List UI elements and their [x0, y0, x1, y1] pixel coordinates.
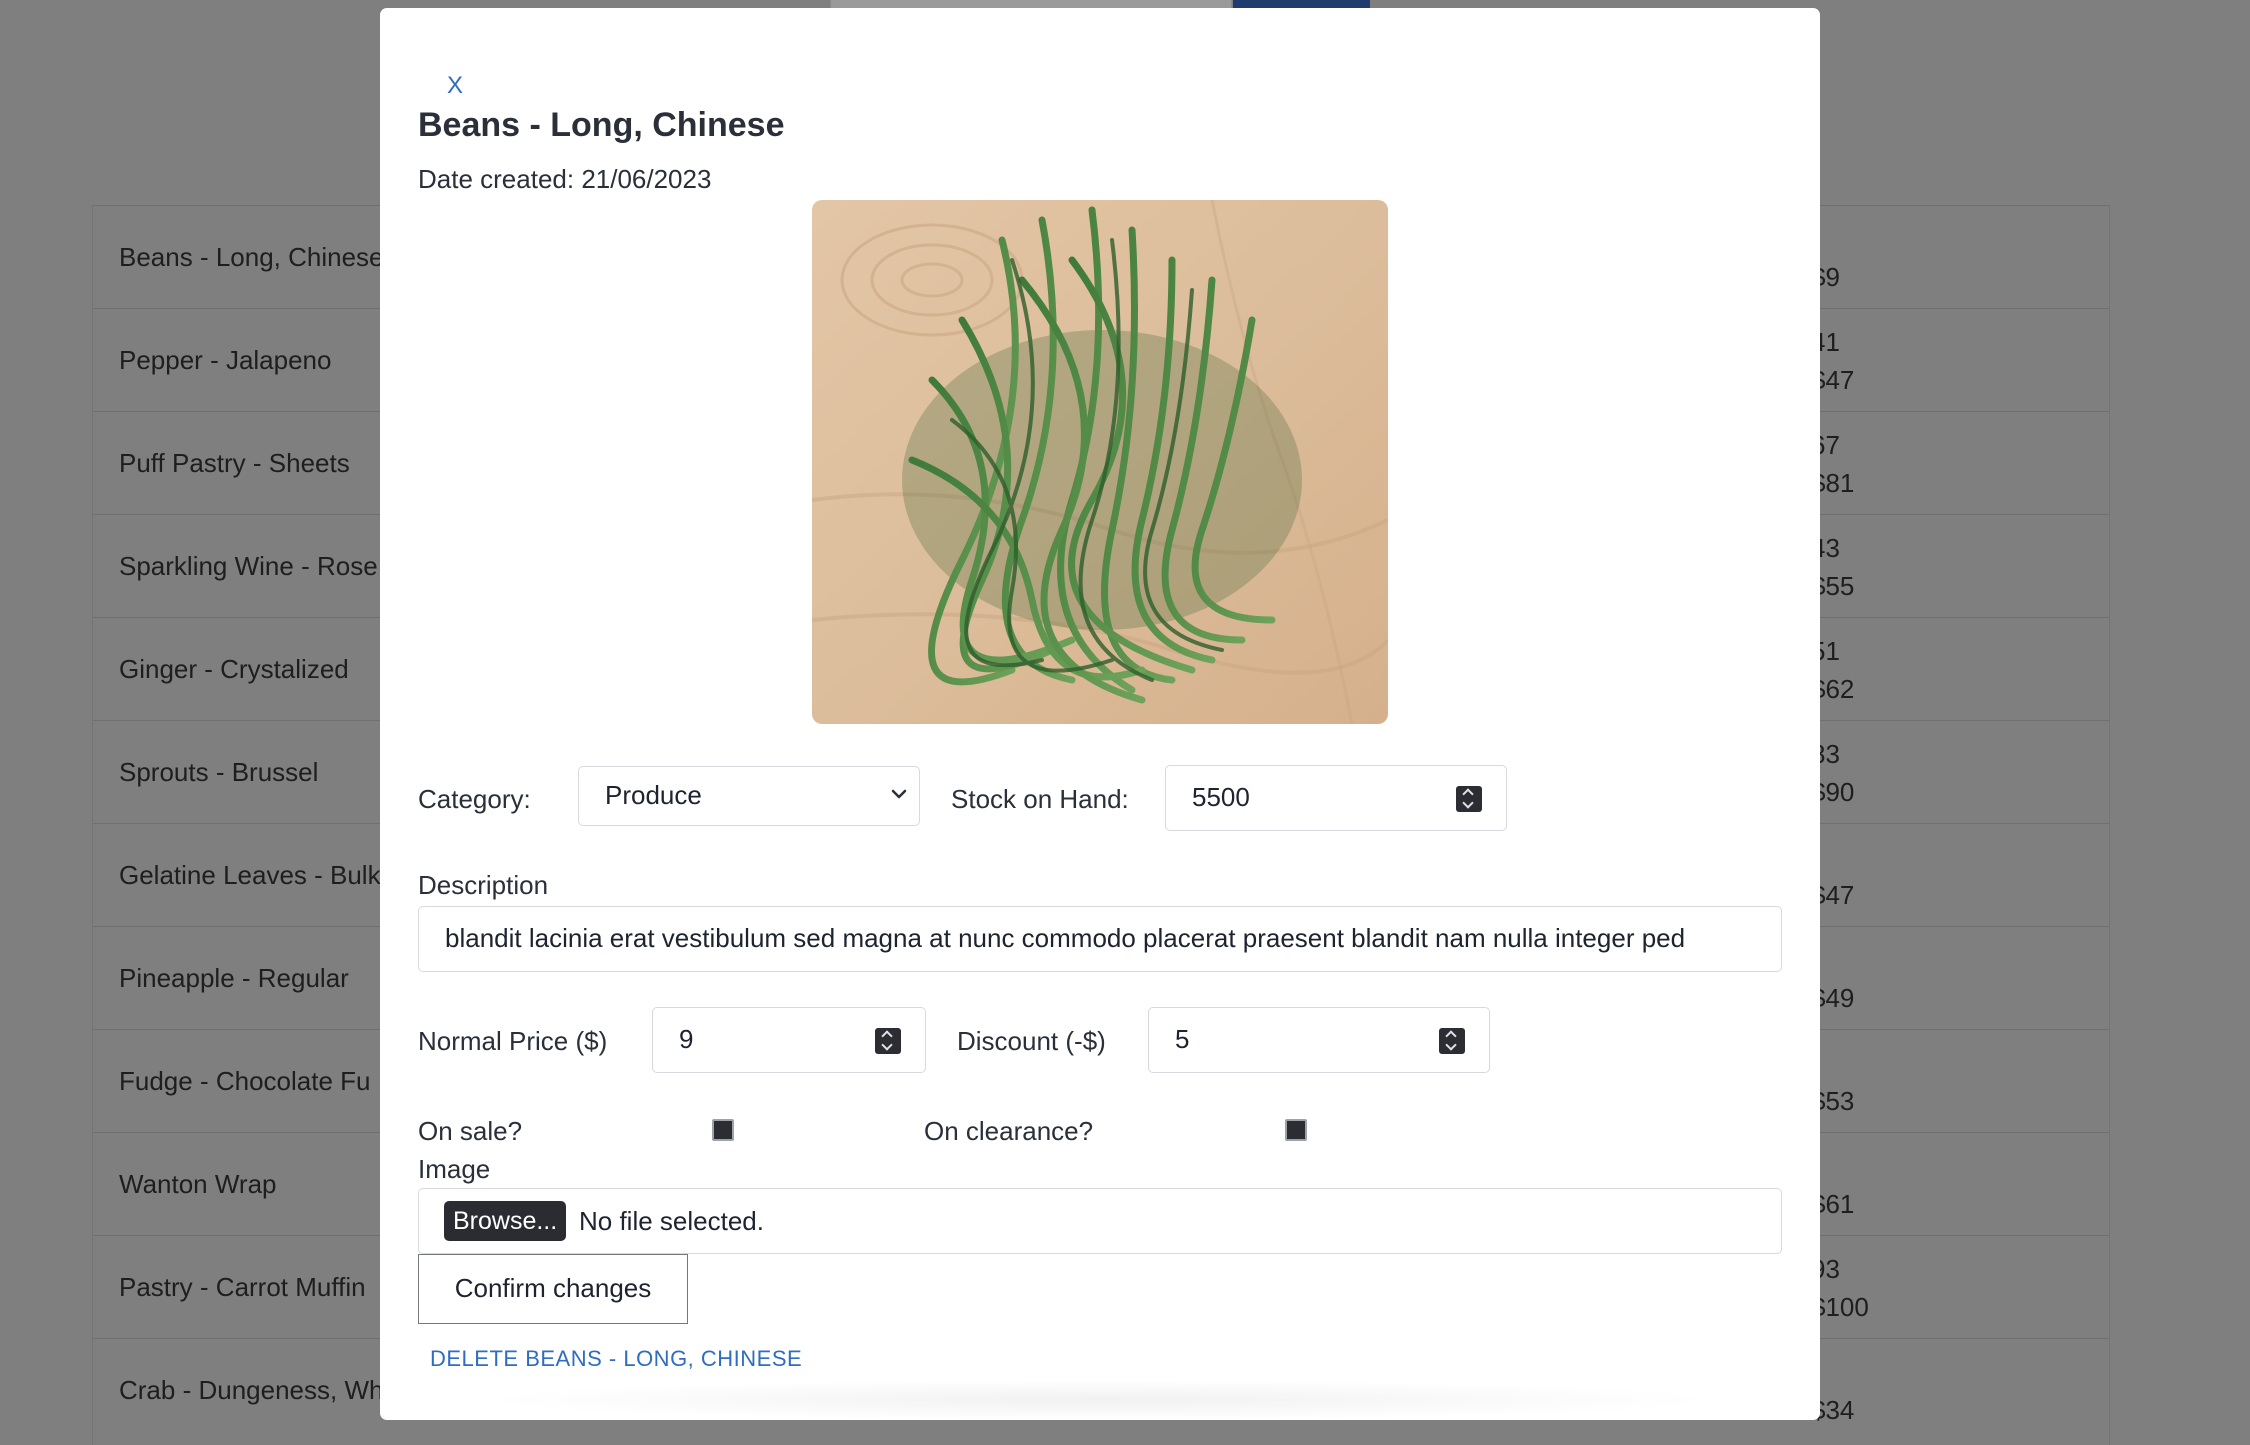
image-file-input[interactable]: Browse... No file selected.	[418, 1188, 1782, 1254]
on-clearance-label: On clearance?	[924, 1116, 1094, 1146]
file-status: No file selected.	[579, 1206, 764, 1236]
row-product-name: Pepper - Jalapeno	[119, 345, 332, 375]
row-product-name: Puff Pastry - Sheets	[119, 448, 350, 478]
discount-stepper[interactable]	[1439, 1028, 1465, 1054]
edit-product-modal: X Beans - Long, Chinese Date created: 21…	[380, 8, 1820, 1420]
normal-price-value: 9	[679, 1024, 694, 1054]
row-product-name: Wanton Wrap	[119, 1169, 277, 1199]
stock-value: 5500	[1192, 782, 1250, 812]
discount-value: 5	[1175, 1024, 1190, 1054]
category-selected-value: Produce	[605, 780, 702, 810]
browse-button[interactable]: Browse...	[444, 1201, 567, 1241]
row-product-name: Crab - Dungeness, Wh	[119, 1375, 384, 1405]
background-search-button	[1233, 0, 1370, 8]
discount-label: Discount (-$)	[957, 1026, 1106, 1056]
description-label: Description	[418, 870, 549, 900]
row-product-name: Pastry - Carrot Muffin	[119, 1272, 366, 1302]
chevron-down-icon	[891, 789, 907, 799]
category-select[interactable]: Produce	[578, 766, 920, 826]
modal-title: Beans - Long, Chinese	[418, 106, 785, 144]
image-label: Image	[418, 1154, 491, 1184]
row-product-name: Ginger - Crystalized	[119, 654, 349, 684]
stock-input[interactable]: 5500	[1165, 765, 1507, 831]
confirm-changes-button[interactable]: Confirm changes	[418, 1254, 688, 1324]
on-sale-checkbox[interactable]	[712, 1119, 734, 1141]
date-created: Date created: 21/06/2023	[418, 164, 712, 194]
discount-input[interactable]: 5	[1148, 1007, 1490, 1073]
close-button[interactable]: X	[447, 72, 463, 100]
normal-price-stepper[interactable]	[875, 1028, 901, 1054]
row-product-name: Fudge - Chocolate Fu	[119, 1066, 371, 1096]
normal-price-input[interactable]: 9	[652, 1007, 926, 1073]
row-product-name: Sprouts - Brussel	[119, 757, 319, 787]
stock-label: Stock on Hand:	[951, 784, 1129, 814]
row-product-name: Gelatine Leaves - Bulk	[119, 860, 381, 890]
row-product-name: Sparkling Wine - Rose	[119, 551, 378, 581]
delete-product-link[interactable]: DELETE BEANS - LONG, CHINESE	[430, 1346, 802, 1372]
description-input[interactable]: blandit lacinia erat vestibulum sed magn…	[418, 906, 1782, 972]
on-sale-label: On sale?	[418, 1116, 523, 1146]
description-value: blandit lacinia erat vestibulum sed magn…	[445, 923, 1686, 953]
category-label: Category:	[418, 784, 531, 814]
on-clearance-checkbox[interactable]	[1285, 1119, 1307, 1141]
bottom-fade	[480, 1380, 1720, 1420]
normal-price-label: Normal Price ($)	[418, 1026, 608, 1056]
row-product-name: Pineapple - Regular	[119, 963, 349, 993]
row-product-name: Beans - Long, Chinese	[119, 242, 384, 272]
product-image	[812, 200, 1388, 724]
stock-stepper[interactable]	[1456, 786, 1482, 812]
